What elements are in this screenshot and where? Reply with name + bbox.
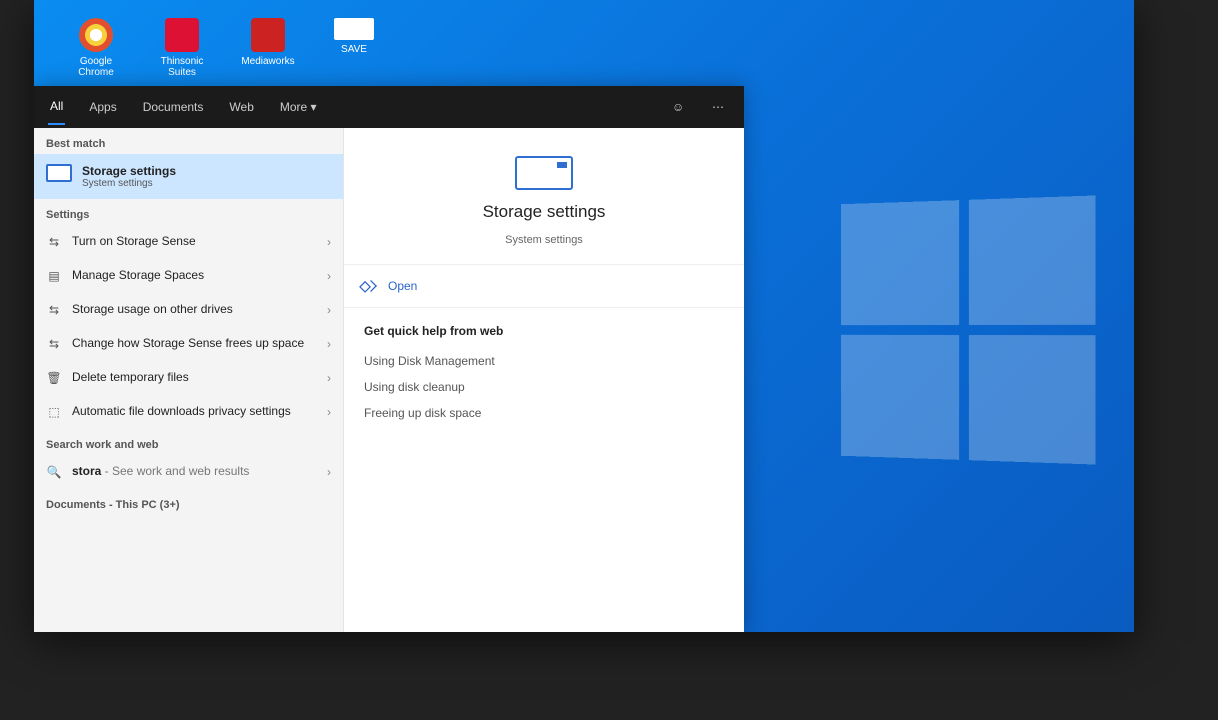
- best-match-title: Storage settings: [82, 164, 176, 178]
- best-match-subtitle: System settings: [82, 178, 176, 189]
- group-documents-this-pc: Documents - This PC (3+): [34, 489, 343, 515]
- drive-icon: ▤: [46, 269, 62, 283]
- search-results-list: Best match Storage settings System setti…: [34, 128, 344, 632]
- chevron-right-icon: ›: [327, 337, 331, 351]
- desktop-icons: Google Chrome Thinsonic Suites Mediawork…: [66, 18, 384, 78]
- chevron-right-icon: ›: [327, 269, 331, 283]
- storage-icon: [46, 164, 72, 182]
- chrome-icon: [79, 18, 113, 52]
- quick-link-disk-management[interactable]: Using Disk Management: [364, 348, 724, 374]
- open-button[interactable]: Open: [344, 265, 744, 308]
- search-icon: 🔍: [46, 465, 62, 479]
- group-settings: Settings: [34, 199, 343, 225]
- result-preview-pane: Storage settings System settings Open Ge…: [344, 128, 744, 632]
- chevron-right-icon: ›: [327, 235, 331, 249]
- tab-documents[interactable]: Documents: [141, 90, 206, 124]
- setting-change-storage-sense[interactable]: ⇆ Change how Storage Sense frees up spac…: [34, 327, 343, 361]
- quick-help-section: Get quick help from web Using Disk Manag…: [344, 308, 744, 442]
- quick-link-disk-cleanup[interactable]: Using disk cleanup: [364, 374, 724, 400]
- drive-icon: ⇆: [46, 303, 62, 317]
- wallpaper-windows-logo: [841, 195, 1096, 464]
- search-scope-tabs: All Apps Documents Web More ▾ ☺ ⋯: [34, 86, 744, 128]
- privacy-icon: ⬚: [46, 405, 62, 419]
- desktop-icon-label: Mediaworks: [241, 56, 294, 67]
- desktop-icon-mediaworks[interactable]: Mediaworks: [238, 18, 298, 78]
- trash-icon: 🗑: [46, 371, 62, 385]
- quick-link-free-space[interactable]: Freeing up disk space: [364, 400, 724, 426]
- chevron-right-icon: ›: [327, 371, 331, 385]
- setting-delete-temporary-files[interactable]: 🗑 Delete temporary files ›: [34, 361, 343, 395]
- setting-label: Delete temporary files: [72, 370, 317, 385]
- setting-turn-on-storage-sense[interactable]: ⇆ Turn on Storage Sense ›: [34, 225, 343, 259]
- setting-label: Automatic file downloads privacy setting…: [72, 404, 317, 419]
- feedback-icon[interactable]: ☺: [672, 100, 690, 114]
- toggle-icon: ⇆: [46, 235, 62, 249]
- group-best-match: Best match: [34, 128, 343, 154]
- setting-manage-storage-spaces[interactable]: ▤ Manage Storage Spaces ›: [34, 259, 343, 293]
- toggle-icon: ⇆: [46, 337, 62, 351]
- setting-label: Turn on Storage Sense: [72, 234, 317, 249]
- app-icon: [251, 18, 285, 52]
- desktop-icon-label: Thinsonic Suites: [152, 56, 212, 78]
- open-label: Open: [388, 279, 417, 293]
- web-search-text: stora - See work and web results: [72, 464, 317, 479]
- web-search-stora[interactable]: 🔍 stora - See work and web results ›: [34, 455, 343, 489]
- desktop-background: Google Chrome Thinsonic Suites Mediawork…: [34, 0, 1134, 632]
- preview-title: Storage settings: [483, 202, 606, 222]
- start-search-panel: All Apps Documents Web More ▾ ☺ ⋯ Best m…: [34, 86, 744, 632]
- preview-hero: Storage settings System settings: [344, 128, 744, 265]
- app-icon: [334, 18, 374, 40]
- quick-help-header: Get quick help from web: [364, 324, 724, 338]
- desktop-icon-save[interactable]: SAVE: [324, 18, 384, 78]
- desktop-icon-thinsonic[interactable]: Thinsonic Suites: [152, 18, 212, 78]
- open-external-icon: [365, 280, 377, 292]
- desktop-icon-label: SAVE: [341, 44, 367, 55]
- setting-label: Storage usage on other drives: [72, 302, 317, 317]
- storage-icon: [515, 156, 573, 190]
- chevron-right-icon: ›: [327, 405, 331, 419]
- setting-automatic-downloads-privacy[interactable]: ⬚ Automatic file downloads privacy setti…: [34, 395, 343, 429]
- group-search-work-web: Search work and web: [34, 429, 343, 455]
- preview-subtitle: System settings: [505, 234, 583, 246]
- tab-apps[interactable]: Apps: [87, 90, 118, 124]
- best-match-storage-settings[interactable]: Storage settings System settings: [34, 154, 343, 199]
- setting-storage-usage-other-drives[interactable]: ⇆ Storage usage on other drives ›: [34, 293, 343, 327]
- setting-label: Change how Storage Sense frees up space: [72, 336, 317, 351]
- chevron-right-icon: ›: [327, 303, 331, 317]
- desktop-icon-label: Google Chrome: [66, 56, 126, 78]
- app-icon: [165, 18, 199, 52]
- options-icon[interactable]: ⋯: [712, 100, 730, 114]
- setting-label: Manage Storage Spaces: [72, 268, 317, 283]
- tab-all[interactable]: All: [48, 89, 65, 125]
- desktop-icon-chrome[interactable]: Google Chrome: [66, 18, 126, 78]
- tab-more[interactable]: More ▾: [278, 90, 319, 124]
- chevron-right-icon: ›: [327, 465, 331, 479]
- tab-web[interactable]: Web: [227, 90, 255, 124]
